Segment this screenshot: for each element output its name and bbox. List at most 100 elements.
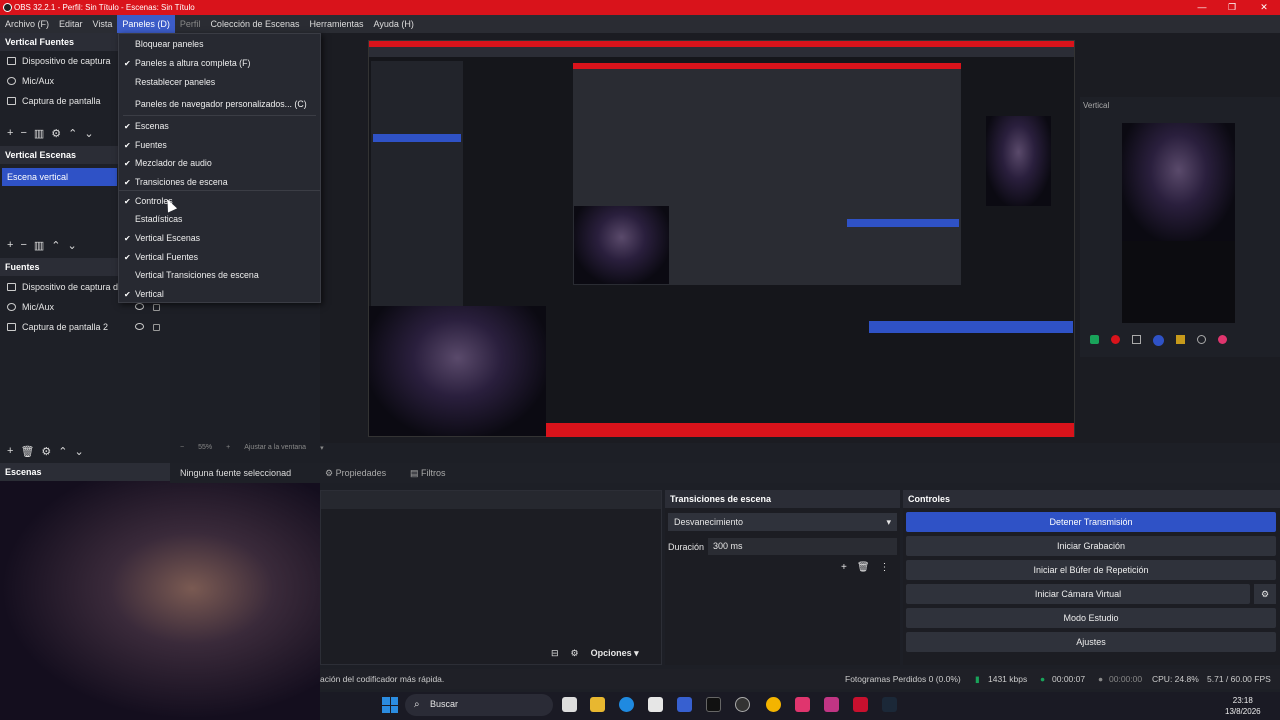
menu-editar[interactable]: Editar bbox=[54, 15, 88, 33]
chrome-icon[interactable] bbox=[766, 697, 781, 712]
windows-start-icon[interactable] bbox=[382, 697, 398, 713]
gear-icon[interactable]: ⚙ bbox=[571, 648, 579, 659]
properties-button[interactable]: ⚙ Propiedades bbox=[325, 468, 386, 479]
active-icon[interactable] bbox=[1153, 335, 1164, 346]
taskbar-search[interactable]: ⌕ Buscar bbox=[405, 694, 553, 716]
obs-icon[interactable] bbox=[735, 697, 750, 712]
menu-item-vertical-transiciones[interactable]: Vertical Transiciones de escena bbox=[119, 267, 320, 284]
layout-icon[interactable]: ⊟ bbox=[551, 648, 559, 659]
menu-item-fuentes[interactable]: ✔ Fuentes bbox=[119, 137, 320, 154]
start-replay-buffer-button[interactable]: Iniciar el Búfer de Repetición bbox=[906, 560, 1276, 580]
up-icon[interactable]: ⌃ bbox=[51, 239, 60, 252]
menu-perfil[interactable]: Perfil bbox=[175, 15, 206, 33]
options-button[interactable]: Opciones ▾ bbox=[591, 648, 639, 659]
app-red-icon[interactable] bbox=[853, 697, 868, 712]
virtual-cam-icon[interactable] bbox=[1132, 335, 1141, 344]
add-icon[interactable]: + bbox=[841, 562, 847, 573]
menu-vista[interactable]: Vista bbox=[88, 15, 118, 33]
filter-icon[interactable]: ▥ bbox=[34, 127, 44, 140]
menu-item-restablecer-paneles[interactable]: Restablecer paneles bbox=[119, 74, 320, 91]
transition-select[interactable]: Desvanecimiento ▾ bbox=[668, 513, 897, 531]
webcam-overlay bbox=[0, 481, 320, 720]
gear-icon[interactable]: ⚙ bbox=[51, 127, 61, 140]
gear-icon[interactable]: ⚙ bbox=[41, 445, 51, 458]
filter-icon[interactable]: ▥ bbox=[34, 239, 44, 252]
up-icon[interactable]: ⌃ bbox=[68, 127, 77, 140]
menu-item-controles[interactable]: ✔ Controles bbox=[119, 193, 320, 210]
add-icon[interactable]: + bbox=[7, 127, 13, 139]
fit-to-window[interactable]: Ajustar a la ventana bbox=[244, 444, 306, 458]
app-icon[interactable] bbox=[677, 697, 692, 712]
lock-icon[interactable] bbox=[153, 324, 160, 331]
menu-item-vertical[interactable]: ✔ Vertical bbox=[119, 286, 320, 303]
steam-icon[interactable] bbox=[882, 697, 897, 712]
cpu-usage: CPU: 24.8% bbox=[1152, 674, 1199, 684]
gear-icon[interactable] bbox=[1197, 335, 1206, 344]
menu-separator bbox=[123, 115, 316, 116]
menu-item-mezclador-audio[interactable]: ✔ Mezclador de audio bbox=[119, 155, 320, 172]
options-label: Opciones bbox=[590, 648, 632, 658]
menu-item-paneles-altura-completa[interactable]: ✔ Paneles a altura completa (F) bbox=[119, 55, 320, 72]
studio-mode-button[interactable]: Modo Estudio bbox=[906, 608, 1276, 628]
menu-paneles[interactable]: Paneles (D) bbox=[117, 15, 175, 33]
stream-icon[interactable] bbox=[1090, 335, 1099, 344]
tiktok-icon[interactable] bbox=[706, 697, 721, 712]
menu-herramientas[interactable]: Herramientas bbox=[305, 15, 369, 33]
add-icon[interactable]: + bbox=[7, 239, 13, 251]
add-icon[interactable]: + bbox=[7, 445, 13, 457]
folder-icon[interactable] bbox=[590, 697, 605, 712]
remove-icon[interactable]: − bbox=[20, 127, 26, 139]
list-item[interactable]: Captura de pantalla 2 bbox=[0, 317, 170, 337]
settings-button[interactable]: Ajustes bbox=[906, 632, 1276, 652]
remove-icon[interactable]: − bbox=[20, 239, 26, 251]
menu-archivo[interactable]: Archivo (F) bbox=[0, 15, 54, 33]
stream-status-icon: ● bbox=[1040, 674, 1046, 684]
edge-icon[interactable] bbox=[619, 697, 634, 712]
studio-icon[interactable] bbox=[1176, 335, 1185, 344]
vertical-preview[interactable] bbox=[1122, 123, 1235, 323]
minimize-icon[interactable]: — bbox=[1188, 0, 1216, 15]
eye-icon[interactable] bbox=[135, 303, 144, 310]
menu-coleccion-escenas[interactable]: Colección de Escenas bbox=[205, 15, 304, 33]
tiktok-live-icon[interactable] bbox=[795, 697, 810, 712]
eye-icon[interactable] bbox=[135, 323, 144, 330]
more-icon[interactable]: ⋮ bbox=[880, 562, 890, 573]
clock[interactable]: 23:18 13/8/2026 bbox=[1225, 695, 1261, 717]
scene-item-escena-vertical[interactable]: Escena vertical bbox=[2, 168, 117, 186]
menu-item-transiciones-escena[interactable]: ✔ Transiciones de escena bbox=[119, 174, 320, 191]
bitrate: 1431 kbps bbox=[988, 674, 1028, 684]
instagram-icon[interactable] bbox=[824, 697, 839, 712]
start-recording-button[interactable]: Iniciar Grabación bbox=[906, 536, 1276, 556]
start-virtual-camera-button[interactable]: Iniciar Cámara Virtual bbox=[906, 584, 1250, 604]
zoom-in-icon[interactable]: + bbox=[226, 444, 230, 458]
zoom-out-icon[interactable]: − bbox=[180, 444, 184, 458]
menu-item-vertical-escenas[interactable]: ✔ Vertical Escenas bbox=[119, 230, 320, 247]
trash-icon[interactable]: 🗑 bbox=[20, 445, 34, 458]
heart-icon[interactable] bbox=[1218, 335, 1227, 344]
mic-icon bbox=[7, 77, 16, 85]
down-icon[interactable]: ⌄ bbox=[75, 445, 84, 458]
close-icon[interactable]: ✕ bbox=[1250, 0, 1278, 15]
menu-item-estadisticas[interactable]: Estadísticas bbox=[119, 211, 320, 228]
menu-item-paneles-navegador[interactable]: Paneles de navegador personalizados... (… bbox=[119, 96, 320, 113]
menu-ayuda[interactable]: Ayuda (H) bbox=[369, 15, 419, 33]
record-icon[interactable] bbox=[1111, 335, 1120, 344]
check-icon: ✔ bbox=[124, 122, 131, 131]
filters-button[interactable]: ▤ Filtros bbox=[410, 468, 446, 479]
up-icon[interactable]: ⌃ bbox=[58, 445, 67, 458]
file-explorer-icon[interactable] bbox=[562, 697, 577, 712]
trash-icon[interactable]: 🗑 bbox=[857, 562, 870, 573]
down-icon[interactable]: ⌄ bbox=[68, 239, 77, 252]
store-icon[interactable] bbox=[648, 697, 663, 712]
source-label: Mic/Aux bbox=[22, 302, 55, 312]
virtual-camera-settings-icon[interactable]: ⚙ bbox=[1254, 584, 1276, 604]
stop-streaming-button[interactable]: Detener Transmisión bbox=[906, 512, 1276, 532]
menu-item-vertical-fuentes[interactable]: ✔ Vertical Fuentes bbox=[119, 249, 320, 266]
menu-item-escenas[interactable]: ✔ Escenas bbox=[119, 118, 320, 135]
lock-icon[interactable] bbox=[153, 304, 160, 311]
menu-item-bloquear-paneles[interactable]: Bloquear paneles bbox=[119, 36, 320, 53]
maximize-icon[interactable]: ❐ bbox=[1218, 0, 1246, 15]
duration-field[interactable]: 300 ms bbox=[708, 538, 897, 555]
chevron-down-icon[interactable]: ▾ bbox=[320, 444, 324, 458]
down-icon[interactable]: ⌄ bbox=[84, 127, 93, 140]
